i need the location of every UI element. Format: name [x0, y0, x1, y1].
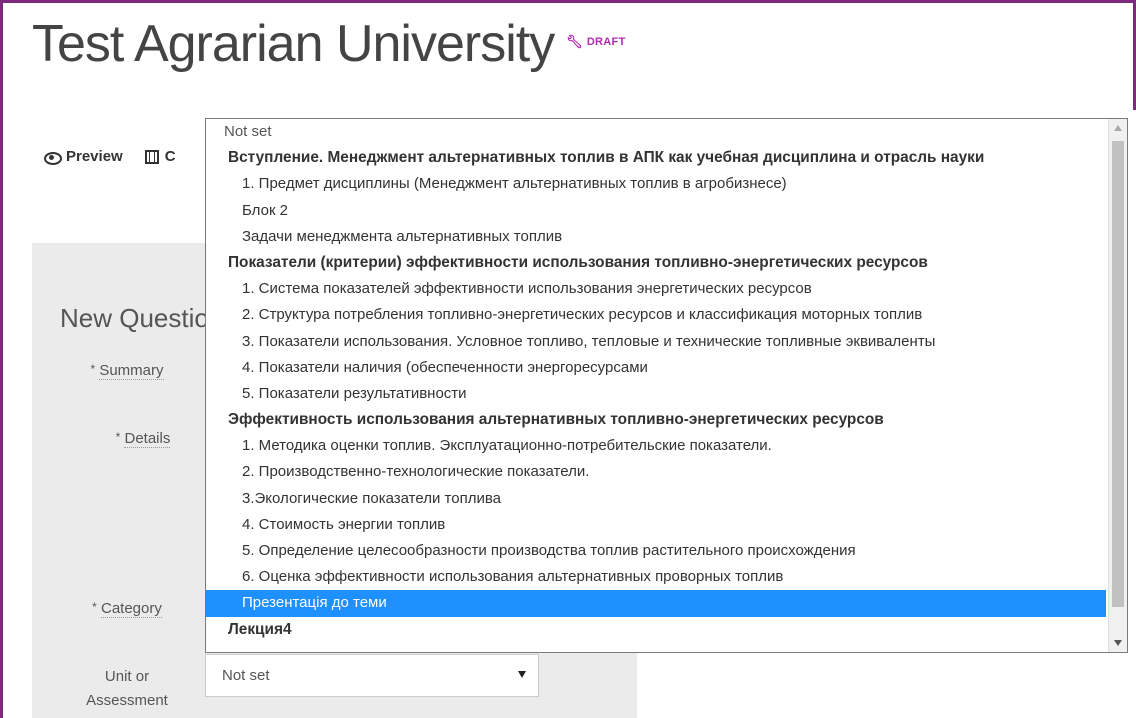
- required-mark: *: [90, 362, 96, 376]
- category-label-text: Category: [100, 600, 162, 618]
- dropdown-option[interactable]: Презентація до теми: [206, 590, 1106, 617]
- film-icon: [144, 149, 159, 164]
- scroll-up-icon[interactable]: [1114, 125, 1122, 131]
- site-title: Test Agrarian University: [32, 15, 555, 73]
- dropdown-optgroup: Лекция4: [228, 620, 292, 638]
- dropdown-option[interactable]: 1. Методика оценки топлив. Эксплуатацион…: [206, 433, 1106, 459]
- dropdown-option[interactable]: 3.Экологические показатели топлива: [206, 486, 1106, 512]
- film-label: C: [164, 148, 176, 165]
- dropdown-option[interactable]: 2. Структура потребления топливно-энерге…: [206, 302, 1106, 328]
- unit-label-line1: Unit or: [104, 668, 150, 685]
- dropdown-option[interactable]: Задачи менеджмента альтернативных топлив: [206, 224, 1106, 250]
- dropdown-option[interactable]: 4. Показатели наличия (обеспеченности эн…: [206, 355, 1106, 381]
- preview-label: Preview: [66, 148, 123, 165]
- dropdown-option[interactable]: 1. Предмет дисциплины (Менеджмент альтер…: [206, 171, 1106, 197]
- frame-left-border: [0, 0, 3, 718]
- unit-select-value: Not set: [222, 667, 270, 684]
- dropdown-option[interactable]: 4. Стоимость энергии топлив: [206, 512, 1106, 538]
- wrench-icon: 🔧︎: [566, 34, 583, 49]
- dropdown-option[interactable]: 2. Производственно-технологические показ…: [206, 459, 1106, 485]
- unit-select[interactable]: Not set: [205, 654, 539, 697]
- details-label: * Details: [88, 430, 198, 448]
- dropdown-optgroup: Вступление. Менеджмент альтернативных то…: [228, 149, 985, 167]
- draft-label: DRAFT: [586, 36, 626, 48]
- preview-button[interactable]: Preview: [44, 148, 123, 165]
- category-label: * Category: [72, 600, 182, 618]
- summary-label: * Summary: [72, 362, 182, 380]
- scroll-thumb[interactable]: [1112, 141, 1124, 607]
- dropdown-option[interactable]: 5. Показатели результативности: [206, 381, 1106, 407]
- unit-label-line2: Assessment: [86, 692, 168, 709]
- unit-label: Unit or: [72, 668, 182, 685]
- dropdown-option[interactable]: Not set: [206, 119, 1106, 145]
- dropdown-optgroup: Показатели (критерии) эффективности испо…: [228, 253, 928, 271]
- dropdown-scrollbar[interactable]: [1108, 119, 1127, 652]
- chevron-down-icon: [518, 671, 526, 678]
- dropdown-option[interactable]: 5. Определение целесообразности производ…: [206, 538, 1106, 564]
- required-mark: *: [115, 430, 121, 444]
- draft-badge[interactable]: 🔧︎ DRAFT: [566, 34, 626, 50]
- scroll-down-icon[interactable]: [1114, 640, 1122, 646]
- category-dropdown-list[interactable]: Not set Вступление. Менеджмент альтернати…: [205, 118, 1128, 653]
- eye-icon: [44, 151, 62, 165]
- dropdown-option[interactable]: Блок 2: [206, 198, 1106, 224]
- dropdown-option[interactable]: 3. Показатели использования. Условное то…: [206, 329, 1106, 355]
- summary-label-text: Summary: [99, 362, 164, 380]
- dropdown-options: Not set Вступление. Менеджмент альтернати…: [206, 119, 1106, 643]
- dropdown-option[interactable]: 1. Система показателей эффективности исп…: [206, 276, 1106, 302]
- toolbar: Preview C: [44, 148, 176, 165]
- dropdown-option[interactable]: 6. Оценка эффективности использования ал…: [206, 564, 1106, 590]
- form-heading: New Question: [60, 303, 224, 333]
- details-label-text: Details: [124, 430, 171, 448]
- assessment-label: Assessment: [72, 692, 182, 709]
- dropdown-optgroup: Эффективность использования альтернативн…: [228, 411, 884, 429]
- film-button[interactable]: C: [144, 148, 176, 165]
- required-mark: *: [92, 600, 97, 614]
- frame-top-border: [0, 0, 1136, 3]
